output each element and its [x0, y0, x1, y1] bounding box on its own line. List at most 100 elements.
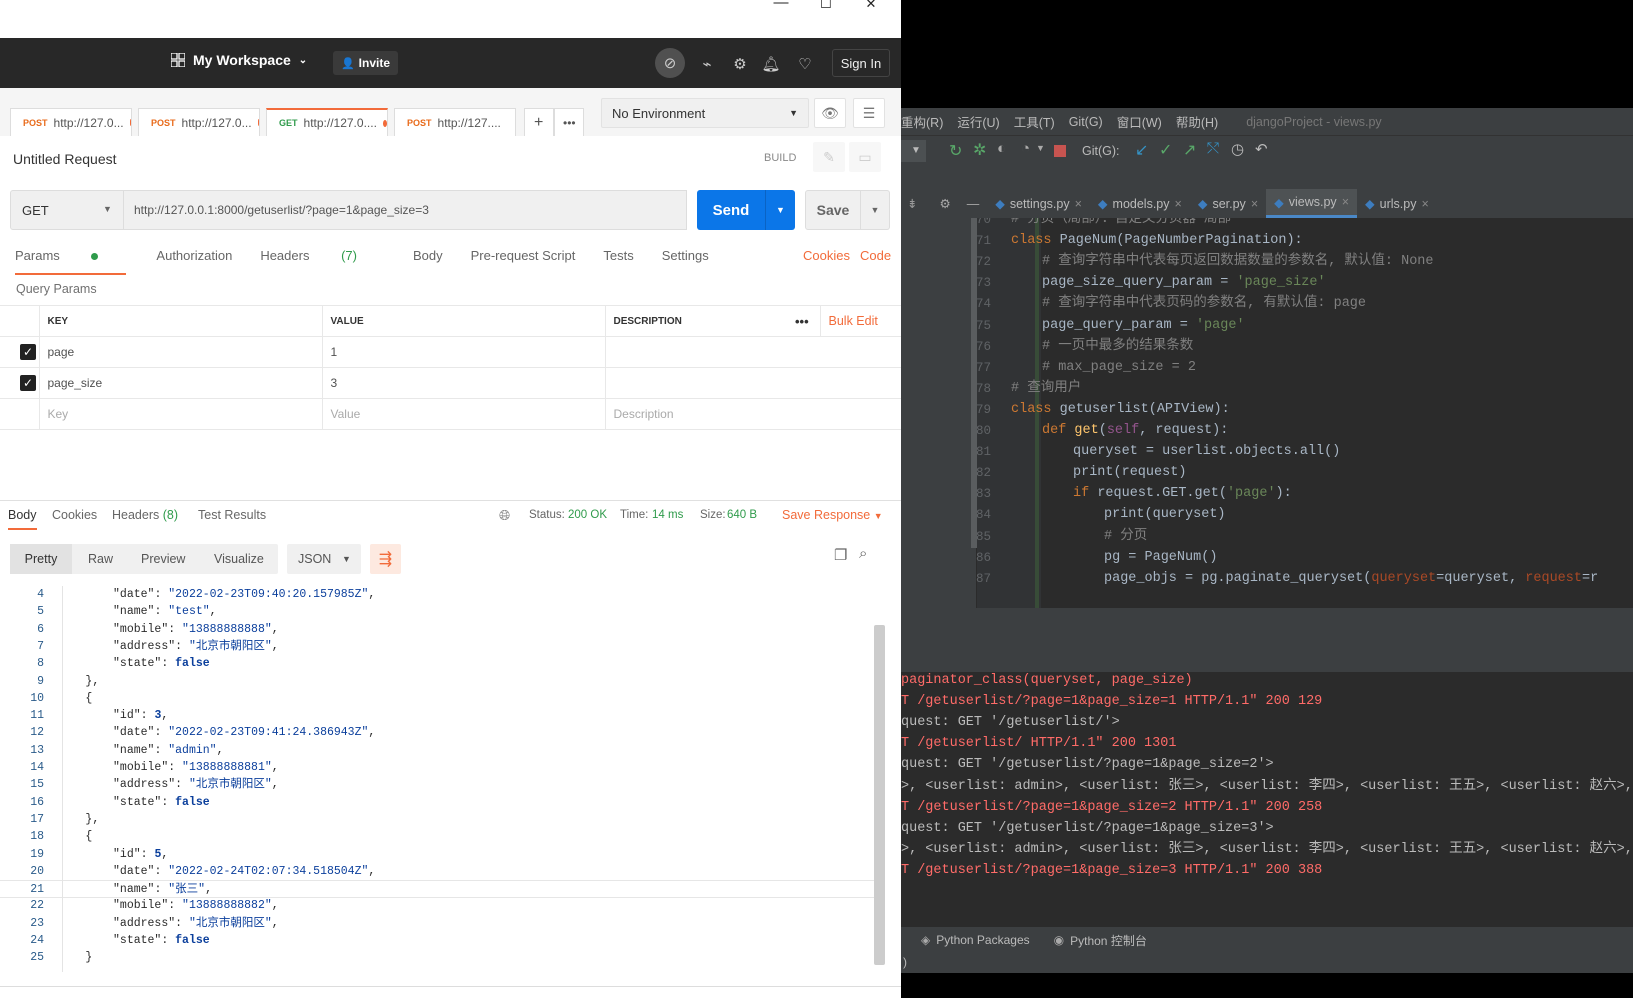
python-console-tab[interactable]: Python 控制台: [1070, 932, 1147, 949]
heart-icon[interactable]: ♡: [791, 50, 819, 78]
manage-environments-button[interactable]: ☰: [853, 98, 885, 128]
tab-response-body[interactable]: Body: [8, 508, 37, 530]
settings-icon[interactable]: ⚙: [726, 50, 754, 78]
tab-options-button[interactable]: •••: [554, 108, 584, 136]
settings-icon[interactable]: ⚙: [931, 196, 958, 211]
git-update-icon[interactable]: ↙: [1135, 140, 1148, 160]
maximize-button[interactable]: ☐: [803, 0, 849, 38]
scrollbar[interactable]: [874, 625, 885, 965]
format-select[interactable]: JSON ▼: [287, 544, 361, 574]
tab-preview[interactable]: Preview: [141, 552, 185, 566]
more-icon[interactable]: •••: [787, 305, 820, 337]
save-response-button[interactable]: Save Response ▼: [782, 508, 883, 522]
file-tab-views[interactable]: ◆ views.py ×: [1266, 189, 1357, 218]
tab-response-headers[interactable]: Headers (8): [112, 508, 178, 522]
wrap-lines-button[interactable]: ⇶: [370, 544, 401, 574]
value-placeholder[interactable]: Value: [321, 398, 606, 430]
copy-icon[interactable]: ❐: [834, 546, 847, 564]
row-checkbox[interactable]: ✓: [0, 367, 40, 399]
close-icon[interactable]: ×: [1075, 197, 1082, 211]
tab-response-cookies[interactable]: Cookies: [52, 508, 97, 522]
new-tab-button[interactable]: +: [524, 108, 554, 136]
workspace-selector[interactable]: My Workspace ⌄: [171, 52, 307, 68]
close-icon[interactable]: ×: [1251, 197, 1258, 211]
tab-settings[interactable]: Settings: [662, 248, 709, 275]
request-name[interactable]: Untitled Request: [13, 151, 117, 167]
rerun-icon[interactable]: ↻: [949, 141, 962, 161]
method-select[interactable]: GET ▼: [10, 190, 124, 230]
tab-test-results[interactable]: Test Results: [198, 508, 266, 522]
git-commit-icon[interactable]: ✓: [1159, 140, 1172, 160]
param-description[interactable]: [604, 336, 901, 368]
tab-headers[interactable]: Headers (7): [260, 248, 385, 275]
git-merge-icon[interactable]: ⤲: [1207, 140, 1219, 157]
request-tab-active[interactable]: GET http://127.0....: [266, 108, 388, 136]
minimize-icon[interactable]: —: [959, 197, 988, 211]
menu-tools[interactable]: 工具(T): [1014, 112, 1055, 131]
tab-pretty[interactable]: Pretty: [10, 544, 72, 574]
stop-icon[interactable]: [1054, 145, 1066, 157]
send-button[interactable]: Send: [697, 190, 765, 230]
send-options-button[interactable]: ▼: [765, 190, 795, 230]
url-input[interactable]: http://127.0.0.1:8000/getuserlist/?page=…: [124, 190, 687, 230]
satellite-icon[interactable]: ⌁: [693, 50, 721, 78]
tab-authorization[interactable]: Authorization: [156, 248, 232, 275]
run-console[interactable]: paginator_class(queryset, page_size) T /g…: [901, 672, 1633, 927]
param-key[interactable]: page: [38, 336, 323, 368]
tab-tests[interactable]: Tests: [603, 248, 633, 275]
comments-button[interactable]: ▭: [849, 142, 881, 172]
sign-in-button[interactable]: Sign In: [832, 49, 890, 77]
coverage-icon[interactable]: ◐: [997, 140, 1006, 157]
edit-button[interactable]: ✎: [813, 142, 845, 172]
environment-select[interactable]: No Environment ▼: [601, 98, 809, 128]
python-packages-tab[interactable]: Python Packages: [936, 933, 1029, 947]
param-key[interactable]: page_size: [38, 367, 323, 399]
file-tab-ser[interactable]: ◆ ser.py ×: [1190, 189, 1266, 218]
request-tab[interactable]: POST http://127.0...: [138, 108, 260, 136]
param-value[interactable]: 1: [321, 336, 606, 368]
cookies-link[interactable]: Cookies: [803, 248, 850, 263]
close-icon[interactable]: ×: [1175, 197, 1182, 211]
close-button[interactable]: ✕: [848, 0, 894, 38]
close-icon[interactable]: ×: [1342, 195, 1349, 209]
code-link[interactable]: Code: [860, 248, 891, 263]
row-checkbox[interactable]: ✓: [0, 336, 40, 368]
history-icon[interactable]: ◷: [1231, 140, 1244, 158]
param-value[interactable]: 3: [321, 367, 606, 399]
horizontal-scrollbar[interactable]: [901, 608, 1633, 620]
sync-off-icon[interactable]: ⊘: [655, 48, 685, 78]
debug-icon[interactable]: ✲: [973, 140, 986, 160]
menu-run[interactable]: 运行(U): [957, 112, 999, 131]
caret-down-icon[interactable]: ▼: [1036, 143, 1045, 153]
save-button[interactable]: Save: [805, 190, 861, 230]
tab-params[interactable]: Params: [15, 248, 127, 275]
bulk-edit-link[interactable]: Bulk Edit: [819, 305, 901, 337]
run-config-select[interactable]: ▼: [901, 140, 926, 162]
tab-visualize[interactable]: Visualize: [214, 552, 264, 566]
tab-prerequest-script[interactable]: Pre-request Script: [471, 248, 576, 275]
request-tab[interactable]: POST http://127.0...: [10, 108, 132, 136]
collapse-icon[interactable]: ⇟: [901, 196, 923, 211]
file-tab-models[interactable]: ◆ models.py ×: [1090, 189, 1190, 218]
git-push-icon[interactable]: ↗: [1183, 140, 1196, 160]
code-editor[interactable]: 70 # 分页（局部）：自定义分页器 局部 71 class PageNum(Page…: [901, 218, 1633, 620]
description-placeholder[interactable]: Description: [604, 398, 901, 430]
globe-icon[interactable]: 🌐︎: [499, 507, 510, 524]
minimize-button[interactable]: —: [758, 0, 804, 38]
search-icon[interactable]: ⌕: [859, 545, 867, 562]
menu-window[interactable]: 窗口(W): [1117, 112, 1162, 131]
tab-body[interactable]: Body: [413, 248, 443, 275]
key-placeholder[interactable]: Key: [38, 398, 323, 430]
file-tab-urls[interactable]: ◆ urls.py ×: [1357, 189, 1437, 218]
close-icon[interactable]: ×: [1421, 197, 1428, 211]
environment-quick-look-button[interactable]: 👁︎: [814, 98, 846, 128]
menu-refactor[interactable]: 重构(R): [901, 112, 943, 131]
save-options-button[interactable]: ▼: [861, 190, 890, 230]
param-description[interactable]: [604, 367, 901, 399]
invite-button[interactable]: 👤 Invite: [333, 51, 398, 75]
request-tab[interactable]: POST http://127....: [394, 108, 516, 136]
menu-help[interactable]: 帮助(H): [1176, 112, 1218, 131]
tab-raw[interactable]: Raw: [88, 552, 113, 566]
bell-icon[interactable]: 🔔︎: [757, 50, 785, 78]
profile-icon[interactable]: ◔: [1021, 140, 1030, 157]
